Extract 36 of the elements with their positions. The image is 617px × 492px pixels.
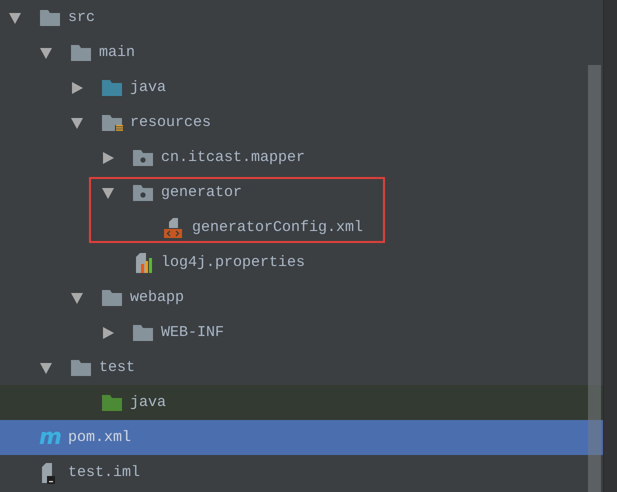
tree-item[interactable]: src: [0, 0, 603, 35]
tree-item[interactable]: java: [0, 385, 603, 420]
tree-item[interactable]: cn.itcast.mapper: [0, 140, 603, 175]
expand-arrow-icon[interactable]: [101, 326, 115, 340]
collapse-arrow-icon[interactable]: [39, 46, 53, 60]
tree-item[interactable]: generatorConfig.xml: [0, 210, 603, 245]
collapse-arrow-icon[interactable]: [39, 360, 53, 374]
expand-arrow-icon[interactable]: [70, 80, 84, 94]
scrollbar[interactable]: [588, 65, 601, 492]
folder-icon: [101, 394, 123, 412]
folder-icon: [39, 8, 61, 26]
folder-icon: [101, 78, 123, 96]
collapse-arrow-icon[interactable]: [70, 116, 84, 130]
collapse-arrow-icon[interactable]: [70, 290, 84, 304]
maven-icon: m: [39, 426, 62, 448]
collapse-arrow-icon[interactable]: [101, 186, 115, 200]
folder-icon: [70, 44, 92, 62]
tree-item[interactable]: test: [0, 350, 603, 385]
tree-item[interactable]: WEB-INF: [0, 315, 603, 350]
tree-item[interactable]: java: [0, 70, 603, 105]
folder-icon: [132, 324, 154, 342]
tree-item[interactable]: webapp: [0, 280, 603, 315]
folder-icon: [101, 114, 123, 132]
folder-icon: [101, 288, 123, 306]
tree-item[interactable]: log4j.properties: [0, 245, 603, 280]
folder-icon: [70, 358, 92, 376]
tree-item[interactable]: main: [0, 35, 603, 70]
tree-item[interactable]: m pom.xml: [0, 420, 603, 455]
collapse-arrow-icon[interactable]: [8, 10, 22, 24]
tree-item[interactable]: resources: [0, 105, 603, 140]
package-folder-icon: [132, 184, 154, 202]
tree-item[interactable]: test.iml: [0, 455, 603, 490]
package-folder-icon: [132, 148, 154, 166]
tree-item[interactable]: generator: [0, 175, 603, 210]
xml-file-icon: [163, 216, 185, 238]
expand-arrow-icon[interactable]: [101, 150, 115, 164]
